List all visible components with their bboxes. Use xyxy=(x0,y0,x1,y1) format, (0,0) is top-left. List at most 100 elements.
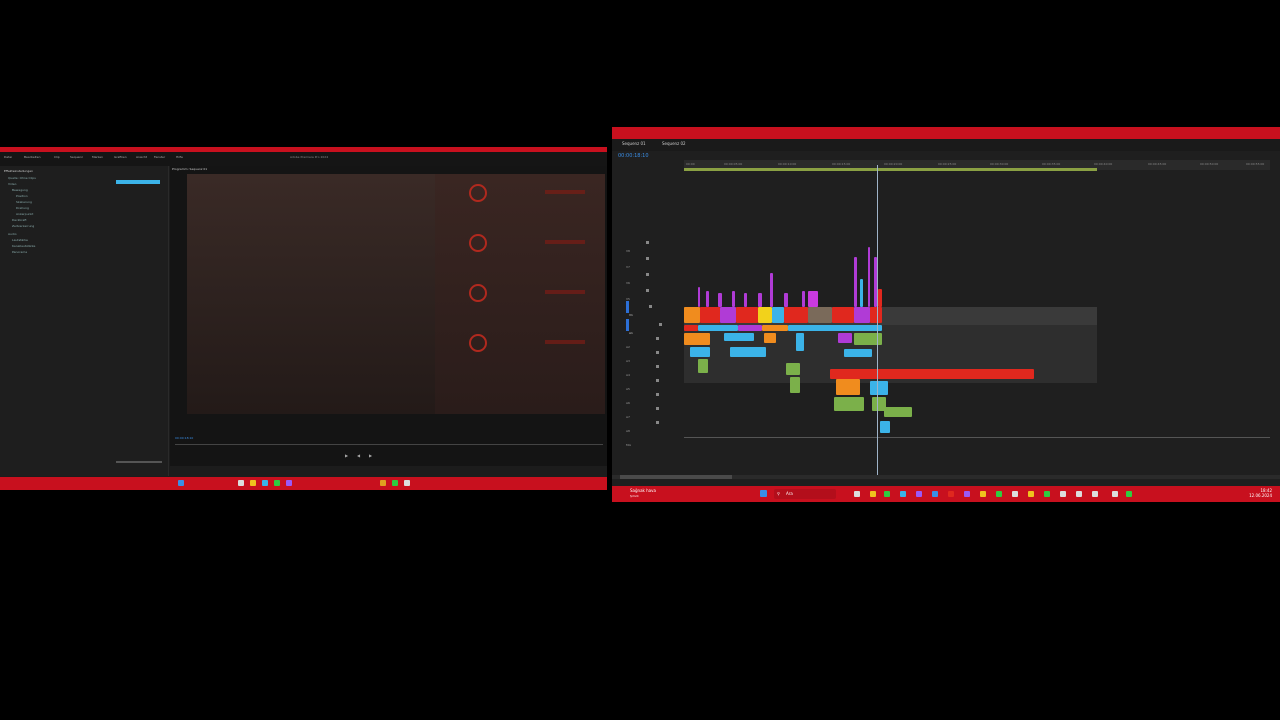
eye-icon[interactable] xyxy=(646,289,649,292)
panel-line[interactable]: Deckkraft xyxy=(12,218,27,222)
panel-line[interactable]: Panorama xyxy=(12,250,27,254)
menu-item[interactable]: Ansicht xyxy=(136,155,147,159)
video-clip[interactable] xyxy=(720,307,736,323)
video-clip[interactable] xyxy=(802,291,805,307)
audio-clip[interactable] xyxy=(870,381,888,395)
video-clip[interactable] xyxy=(718,293,722,307)
app-icon[interactable] xyxy=(1126,491,1132,497)
eye-icon[interactable] xyxy=(649,305,652,308)
gear-icon[interactable] xyxy=(1076,491,1082,497)
app-icon[interactable] xyxy=(286,480,292,486)
panel-line[interactable]: Bewegung xyxy=(12,188,28,192)
video-clip[interactable] xyxy=(784,307,808,323)
app-icon[interactable] xyxy=(238,480,244,486)
effect-controls-panel[interactable]: Effekteinstellungen Quelle: Ohne Clips V… xyxy=(0,166,169,476)
track-header-audio[interactable]: A5 xyxy=(626,375,682,391)
panel-line[interactable]: Zeitverzerrung xyxy=(12,224,34,228)
track-header-video[interactable]: V8 xyxy=(626,237,682,253)
whatsapp-icon[interactable] xyxy=(1044,491,1050,497)
app-icon[interactable] xyxy=(1060,491,1066,497)
taskbar-search[interactable]: ⚲ Ara xyxy=(774,489,836,499)
app-icon[interactable] xyxy=(980,491,986,497)
mute-icon[interactable] xyxy=(656,407,659,410)
chrome-icon[interactable] xyxy=(884,491,890,497)
panel-line[interactable]: Lautstärke xyxy=(12,238,28,242)
timeline-tracks[interactable] xyxy=(684,237,1270,452)
selected-clip-bar[interactable] xyxy=(116,180,160,184)
mute-icon[interactable] xyxy=(656,351,659,354)
video-clip[interactable] xyxy=(732,291,735,307)
panel-line[interactable]: Skalierung xyxy=(16,200,32,204)
mute-icon[interactable] xyxy=(656,393,659,396)
panel-line[interactable]: Ankerpunkt xyxy=(16,212,33,216)
app-icon[interactable] xyxy=(392,480,398,486)
track-header-audio[interactable]: A4 xyxy=(626,361,682,377)
taskbar-clock[interactable]: 18:42 12.06.2024 xyxy=(1249,488,1272,498)
track-header-video[interactable]: V6 xyxy=(626,269,682,285)
after-effects-icon[interactable] xyxy=(964,491,970,497)
menu-item[interactable]: Datei xyxy=(4,155,12,159)
app-icon[interactable] xyxy=(1112,491,1118,497)
audio-clip[interactable] xyxy=(698,359,708,373)
track-header-audio[interactable]: A3 xyxy=(626,347,682,363)
video-clip[interactable] xyxy=(854,257,857,307)
menu-item[interactable]: Hilfe xyxy=(176,155,183,159)
audio-clip[interactable] xyxy=(844,349,872,357)
video-clip[interactable] xyxy=(772,307,784,323)
audio-clip[interactable] xyxy=(684,333,710,345)
audio-clip[interactable] xyxy=(836,379,860,395)
video-clip[interactable] xyxy=(860,279,863,307)
menu-item[interactable]: Clip xyxy=(54,155,60,159)
menu-item[interactable]: Bearbeiten xyxy=(24,155,40,159)
step-forward-icon[interactable]: ▶ xyxy=(369,453,372,458)
panel-line[interactable]: Position xyxy=(16,194,28,198)
app-icon[interactable] xyxy=(948,491,954,497)
weather-widget[interactable]: Sağnak hava xyxy=(630,488,656,493)
video-clip[interactable] xyxy=(878,289,882,307)
eye-icon[interactable] xyxy=(646,257,649,260)
audio-clip-long-red[interactable] xyxy=(830,369,1034,379)
premiere-icon[interactable] xyxy=(916,491,922,497)
windows-start-icon[interactable] xyxy=(760,490,767,497)
play-icon[interactable]: ▶ xyxy=(345,453,348,458)
folder-icon[interactable] xyxy=(870,491,876,497)
track-header-audio[interactable]: A6 xyxy=(626,389,682,405)
audio-clip[interactable] xyxy=(730,347,766,357)
video-clip[interactable] xyxy=(870,307,882,323)
track-header-video-v1[interactable]: V1 xyxy=(626,301,685,317)
video-clip[interactable] xyxy=(854,307,870,323)
eye-icon[interactable] xyxy=(646,273,649,276)
menu-item[interactable]: Marken xyxy=(92,155,103,159)
app-icon[interactable] xyxy=(932,491,938,497)
video-clip[interactable] xyxy=(744,293,747,307)
app-icon[interactable] xyxy=(250,480,256,486)
video-clip[interactable] xyxy=(698,287,700,307)
scrollbar-thumb[interactable] xyxy=(620,475,732,479)
playhead[interactable] xyxy=(877,165,878,475)
track-header-audio[interactable]: A8 xyxy=(626,417,682,433)
video-clip[interactable] xyxy=(808,291,818,307)
app-icon[interactable] xyxy=(262,480,268,486)
menu-item[interactable]: Grafiken xyxy=(114,155,127,159)
tab-sequence-01[interactable]: Sequenz 01 xyxy=(622,141,646,146)
panel-line[interactable]: Drehung xyxy=(16,206,29,210)
menu-item[interactable]: Sequenz xyxy=(70,155,83,159)
track-header-video[interactable]: V7 xyxy=(626,253,682,269)
video-clip[interactable] xyxy=(868,247,870,307)
app-icon[interactable] xyxy=(404,480,410,486)
audio-clip[interactable] xyxy=(684,325,698,331)
tab-sequence-02[interactable]: Sequenz 02 xyxy=(662,141,686,146)
app-icon[interactable] xyxy=(1012,491,1018,497)
audio-clip[interactable] xyxy=(838,333,852,343)
mute-icon[interactable] xyxy=(659,323,662,326)
step-back-icon[interactable]: ◀ xyxy=(357,453,360,458)
transport-controls[interactable]: ▶ ◀ ▶ xyxy=(345,453,435,458)
audio-clip[interactable] xyxy=(762,325,788,331)
video-clip[interactable] xyxy=(832,307,854,323)
app-icon[interactable] xyxy=(1092,491,1098,497)
right-title-bar[interactable] xyxy=(612,127,1280,139)
track-header-video[interactable]: V5 xyxy=(626,285,682,301)
timeline-scrollbar[interactable] xyxy=(612,475,1280,479)
video-clip[interactable] xyxy=(758,293,762,307)
audio-clip[interactable] xyxy=(796,333,804,351)
